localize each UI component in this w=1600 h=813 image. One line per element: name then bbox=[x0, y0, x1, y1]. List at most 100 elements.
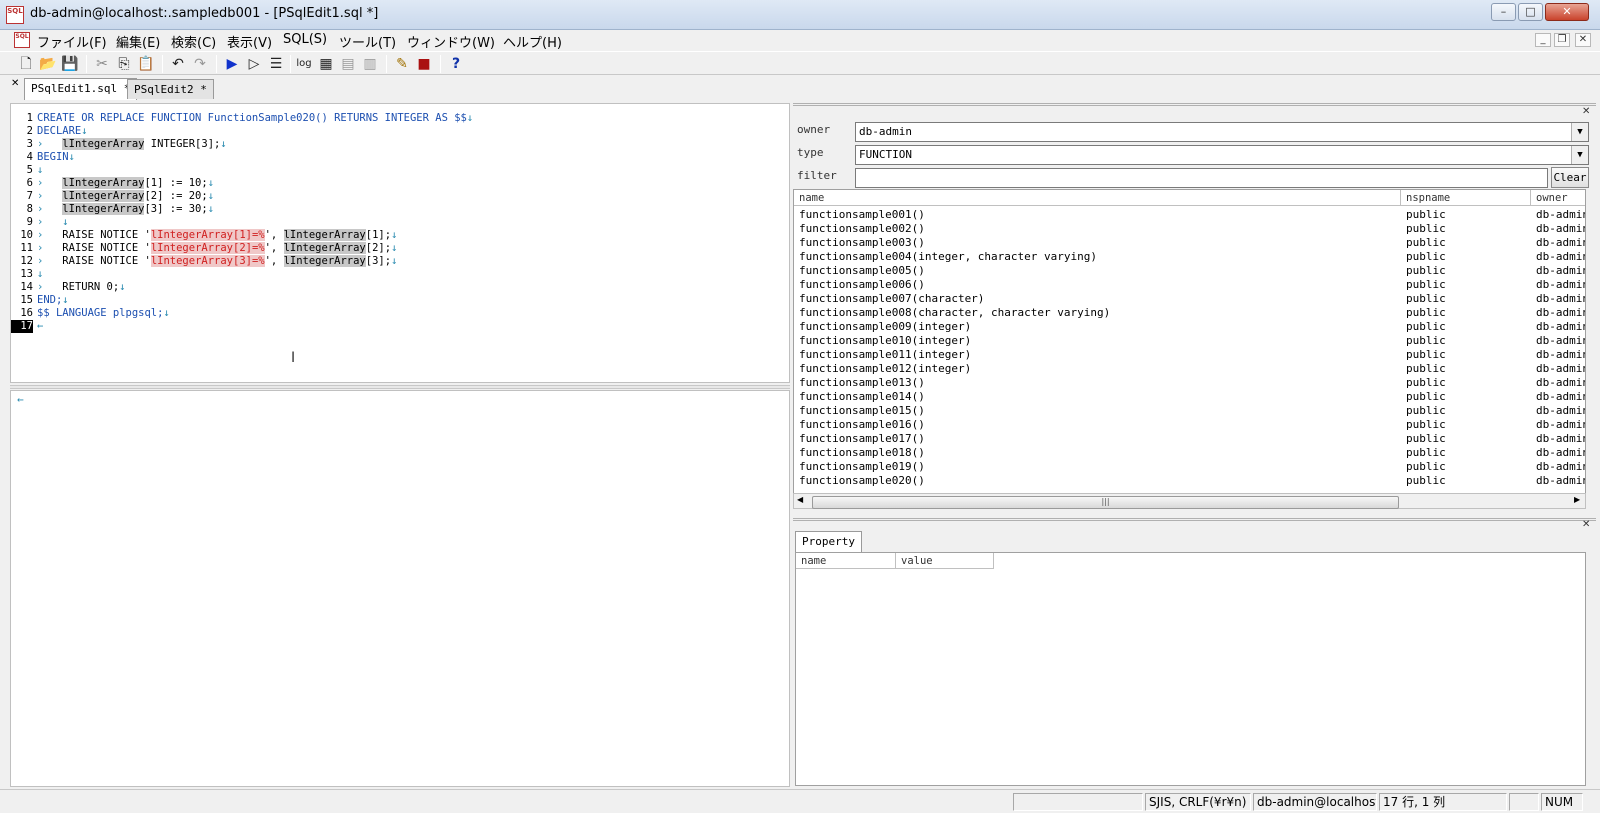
function-row[interactable]: functionsample015() public db-admin bbox=[794, 404, 1585, 418]
paste-icon[interactable]: 📋 bbox=[136, 54, 156, 74]
menu-help[interactable]: ヘルプ(H) bbox=[503, 32, 562, 51]
function-row[interactable]: functionsample008(character, character v… bbox=[794, 306, 1586, 320]
table-icon[interactable]: ▤ bbox=[338, 54, 358, 74]
log-button[interactable]: log bbox=[294, 54, 314, 74]
document-icon[interactable]: SQL bbox=[14, 32, 30, 48]
close-pane-icon[interactable]: ✕ bbox=[1582, 519, 1590, 530]
owner-cell: db-admin bbox=[1536, 306, 1586, 319]
column-header-owner[interactable]: owner bbox=[1531, 190, 1585, 206]
tab-property[interactable]: Property bbox=[795, 531, 862, 552]
property-grid[interactable]: name value bbox=[795, 552, 1586, 786]
nspname-cell: public bbox=[1406, 292, 1446, 305]
function-name-cell: functionsample018() bbox=[799, 446, 925, 459]
close-button[interactable]: ✕ bbox=[1545, 3, 1589, 21]
function-row[interactable]: functionsample001() public db-admin bbox=[794, 208, 1585, 222]
sql-app-icon[interactable]: SQL bbox=[6, 6, 24, 24]
code-line: 16 $$ LANGUAGE plpgsql;↓ bbox=[20, 307, 170, 319]
property-column-name[interactable]: name bbox=[796, 553, 896, 569]
pencil-icon[interactable]: ✎ bbox=[392, 54, 412, 74]
function-row[interactable]: functionsample004(integer, character var… bbox=[794, 250, 1585, 264]
menu-sql[interactable]: SQL(S) bbox=[283, 32, 327, 47]
open-folder-icon[interactable]: 📂 bbox=[38, 54, 58, 74]
new-file-icon[interactable]: 🗋 bbox=[16, 54, 36, 74]
nspname-cell: public bbox=[1406, 418, 1446, 431]
function-row[interactable]: functionsample011(integer) public db-admin bbox=[794, 348, 1585, 362]
execute-step-icon[interactable]: ▷ bbox=[244, 54, 264, 74]
function-row[interactable]: functionsample006() public db-admin bbox=[794, 278, 1585, 292]
maximize-button[interactable]: □ bbox=[1518, 3, 1543, 21]
function-list[interactable]: name nspname owner functionsample001() pu… bbox=[793, 189, 1586, 499]
function-row[interactable]: functionsample014() public db-admin bbox=[794, 390, 1585, 404]
function-row[interactable]: functionsample020() public db-admin bbox=[794, 474, 1585, 488]
grid-icon[interactable]: ▦ bbox=[316, 54, 336, 74]
scrollbar-thumb[interactable]: ||| bbox=[812, 496, 1399, 509]
minimize-button[interactable]: – bbox=[1491, 3, 1516, 21]
owner-cell: db-admin bbox=[1536, 292, 1586, 305]
function-row[interactable]: functionsample013() public db-admin bbox=[794, 376, 1585, 390]
menu-file[interactable]: ファイル(F) bbox=[37, 32, 107, 51]
owner-cell: db-admin bbox=[1536, 432, 1586, 445]
close-pane-icon[interactable]: ✕ bbox=[1582, 106, 1590, 117]
function-name-cell: functionsample015() bbox=[799, 404, 925, 417]
chevron-down-icon[interactable]: ▼ bbox=[1571, 146, 1588, 164]
status-empty-panel bbox=[1509, 793, 1539, 811]
function-row[interactable]: functionsample010(integer) public db-admin bbox=[794, 334, 1586, 348]
editor-tab-bar: ✕ PSqlEdit1.sql * PSqlEdit2 * bbox=[0, 76, 790, 100]
cut-icon[interactable]: ✂ bbox=[92, 54, 112, 74]
scroll-left-icon[interactable]: ◀ bbox=[797, 495, 803, 504]
book-icon[interactable]: ■ bbox=[414, 54, 434, 74]
nspname-cell: public bbox=[1406, 236, 1446, 249]
column-header-name[interactable]: name bbox=[794, 190, 1401, 206]
mdi-restore-button[interactable]: ❐ bbox=[1554, 33, 1570, 47]
function-name-cell: functionsample008(character, character v… bbox=[799, 306, 1111, 319]
function-row[interactable]: functionsample005() public db-admin bbox=[794, 264, 1585, 278]
filter-input[interactable] bbox=[855, 168, 1548, 188]
menu-search[interactable]: 検索(C) bbox=[171, 32, 216, 51]
help-icon[interactable]: ? bbox=[446, 54, 466, 74]
undo-icon[interactable]: ↶ bbox=[168, 54, 188, 74]
redo-icon[interactable]: ↷ bbox=[190, 54, 210, 74]
type-select[interactable]: FUNCTION ▼ bbox=[855, 145, 1589, 165]
execute-icon[interactable]: ▶ bbox=[222, 54, 242, 74]
clear-button[interactable]: Clear bbox=[1551, 167, 1589, 188]
save-icon[interactable]: 💾 bbox=[60, 54, 80, 74]
owner-cell: db-admin bbox=[1536, 362, 1586, 375]
close-tab-icon[interactable]: ✕ bbox=[11, 78, 19, 89]
sql-editor[interactable]: 1 CREATE OR REPLACE FUNCTION FunctionSamp… bbox=[10, 103, 790, 383]
owner-value: db-admin bbox=[859, 125, 912, 138]
scroll-right-icon[interactable]: ▶ bbox=[1574, 495, 1580, 504]
function-row[interactable]: functionsample018() public db-admin bbox=[794, 446, 1585, 460]
function-row[interactable]: functionsample007(character) public db-adm… bbox=[794, 292, 1586, 306]
form-icon[interactable]: ▥ bbox=[360, 54, 380, 74]
function-row[interactable]: functionsample009(integer) public db-admin bbox=[794, 320, 1585, 334]
owner-cell: db-admin bbox=[1536, 334, 1586, 347]
menu-tools[interactable]: ツール(T) bbox=[339, 32, 396, 51]
function-row[interactable]: functionsample017() public db-admin bbox=[794, 432, 1586, 446]
function-row[interactable]: functionsample003() public db-admin bbox=[794, 236, 1585, 250]
code-line: 11 › RAISE NOTICE 'lIntegerArray[2]=%', l… bbox=[20, 242, 398, 254]
nspname-cell: public bbox=[1406, 362, 1446, 375]
nspname-cell: public bbox=[1406, 264, 1446, 277]
editor-splitter[interactable] bbox=[10, 385, 790, 389]
mdi-close-button[interactable]: ✕ bbox=[1575, 33, 1591, 47]
column-header-nspname[interactable]: nspname bbox=[1401, 190, 1531, 206]
copy-icon[interactable]: ⎘ bbox=[114, 54, 134, 74]
menu-view[interactable]: 表示(V) bbox=[227, 32, 272, 51]
mdi-minimize-button[interactable]: _ bbox=[1535, 33, 1551, 47]
tab-psqledit1[interactable]: PSqlEdit1.sql * bbox=[24, 78, 138, 100]
explain-icon[interactable]: ☰ bbox=[266, 54, 286, 74]
function-name-cell: functionsample011(integer) bbox=[799, 348, 972, 361]
function-name-cell: functionsample001() bbox=[799, 208, 925, 221]
chevron-down-icon[interactable]: ▼ bbox=[1571, 123, 1588, 141]
owner-select[interactable]: db-admin ▼ bbox=[855, 122, 1589, 142]
function-row[interactable]: functionsample002() public db-admin bbox=[794, 222, 1585, 236]
property-column-value[interactable]: value bbox=[896, 553, 994, 569]
menu-window[interactable]: ウィンドウ(W) bbox=[407, 32, 495, 51]
function-row[interactable]: functionsample016() public db-admin bbox=[794, 418, 1585, 432]
output-pane[interactable]: ← bbox=[10, 390, 790, 787]
function-row[interactable]: functionsample012(integer) public db-admin bbox=[794, 362, 1586, 376]
tab-psqledit2[interactable]: PSqlEdit2 * bbox=[127, 79, 214, 99]
menu-edit[interactable]: 編集(E) bbox=[116, 32, 160, 51]
horizontal-scrollbar[interactable]: ◀ ||| ▶ bbox=[793, 493, 1586, 509]
function-row[interactable]: functionsample019() public db-admin bbox=[794, 460, 1585, 474]
